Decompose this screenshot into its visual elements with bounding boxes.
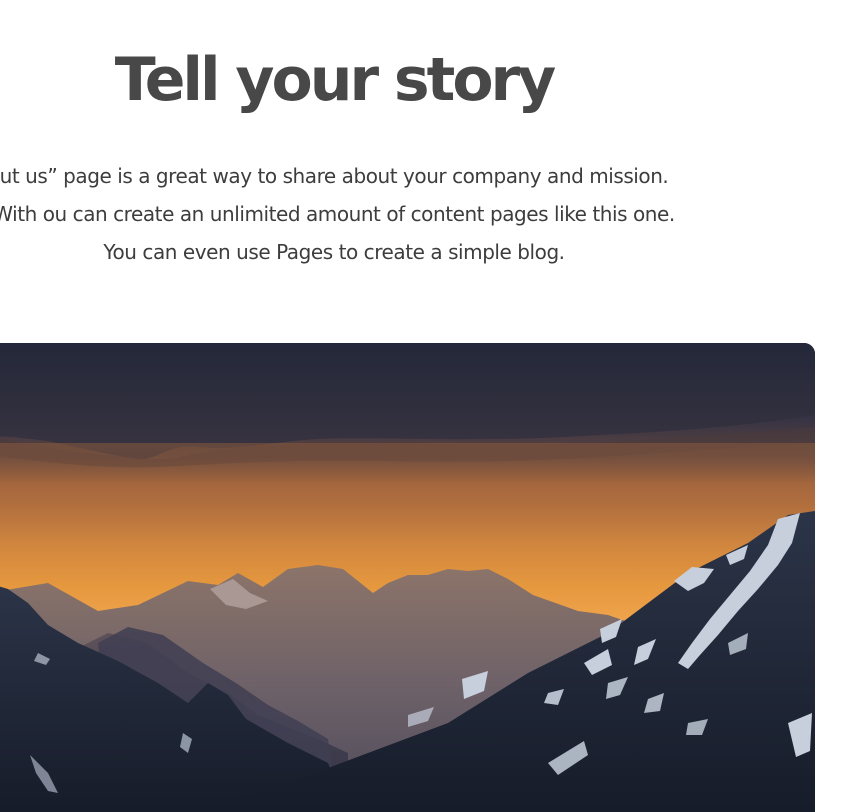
page-heading: Tell your story xyxy=(114,45,557,115)
page-description: ut us” page is a great way to share abou… xyxy=(0,164,675,264)
mountain-landscape-icon xyxy=(0,343,815,812)
hero-image xyxy=(0,343,815,812)
